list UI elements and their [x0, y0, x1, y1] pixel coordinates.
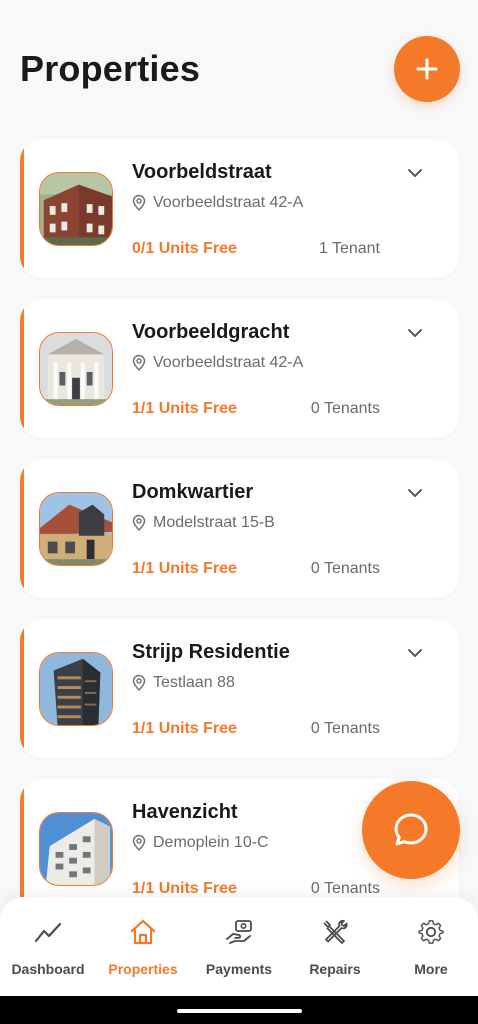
property-card[interactable]: Strijp Residentie Testlaan 88 1/1 Units … — [20, 619, 459, 758]
property-photo — [39, 812, 113, 886]
chevron-down-icon[interactable] — [405, 646, 425, 660]
tab-more[interactable]: More — [383, 917, 478, 977]
tenant-count: 1 Tenant — [318, 240, 380, 257]
property-address: Modelstraat 15-B — [132, 514, 275, 532]
tab-dashboard[interactable]: Dashboard — [0, 917, 96, 977]
chat-bubble-icon — [394, 813, 428, 846]
property-address-text: Modelstraat 15-B — [153, 514, 275, 531]
property-address-text: Demoplein 10-C — [153, 834, 269, 851]
gear-icon — [418, 920, 444, 944]
chevron-down-icon[interactable] — [405, 326, 425, 340]
property-name: Domkwartier — [132, 481, 254, 503]
chevron-down-icon[interactable] — [405, 486, 425, 500]
property-photo — [39, 492, 113, 566]
tenant-count: 0 Tenants — [310, 880, 380, 897]
location-pin-icon — [132, 355, 146, 371]
location-pin-icon — [132, 195, 146, 211]
tab-repairs[interactable]: Repairs — [287, 917, 383, 977]
location-pin-icon — [132, 835, 146, 851]
property-name: Havenzicht — [132, 801, 238, 823]
tab-label: More — [414, 961, 448, 977]
property-card[interactable]: Domkwartier Modelstraat 15-B 1/1 Units F… — [20, 459, 459, 598]
add-property-button[interactable] — [394, 36, 460, 102]
home-icon — [130, 919, 156, 945]
chat-button[interactable] — [362, 781, 460, 879]
home-indicator[interactable] — [177, 1009, 302, 1013]
property-photo — [39, 332, 113, 406]
tenant-count: 0 Tenants — [310, 560, 380, 577]
tab-payments[interactable]: Payments — [191, 917, 287, 977]
chevron-down-icon[interactable] — [405, 166, 425, 180]
chart-line-icon — [34, 922, 62, 943]
property-card[interactable]: Voorbeldstraat Voorbeeldstraat 42-A 0/1 … — [20, 139, 459, 278]
tab-properties[interactable]: Properties — [95, 917, 191, 977]
property-photo — [39, 652, 113, 726]
property-address: Demoplein 10-C — [132, 834, 269, 852]
bottom-tab-bar: Dashboard Properties Payments Repairs Mo… — [0, 897, 478, 996]
tools-icon — [323, 919, 348, 944]
tenant-count: 0 Tenants — [310, 400, 380, 417]
property-address: Voorbeeldstraat 42-A — [132, 194, 303, 212]
property-name: Voorbeldstraat — [132, 161, 272, 183]
tab-label: Properties — [108, 961, 178, 977]
property-address-text: Testlaan 88 — [153, 674, 235, 691]
tab-label: Repairs — [309, 961, 361, 977]
property-photo — [39, 172, 113, 246]
header: Properties — [0, 0, 478, 130]
location-pin-icon — [132, 515, 146, 531]
property-address: Voorbeeldstraat 42-A — [132, 354, 303, 372]
property-address: Testlaan 88 — [132, 674, 235, 692]
location-pin-icon — [132, 675, 146, 691]
property-name: Voorbeeldgracht — [132, 321, 290, 343]
hand-money-icon — [226, 920, 252, 944]
property-address-text: Voorbeeldstraat 42-A — [153, 194, 304, 211]
tenant-count: 0 Tenants — [310, 720, 380, 737]
tab-label: Dashboard — [11, 961, 85, 977]
property-name: Strijp Residentie — [132, 641, 290, 663]
page-title: Properties — [20, 48, 201, 89]
property-card[interactable]: Voorbeeldgracht Voorbeeldstraat 42-A 1/1… — [20, 299, 459, 438]
property-address-text: Voorbeeldstraat 42-A — [153, 354, 304, 371]
tab-label: Payments — [205, 961, 273, 977]
plus-icon — [416, 58, 438, 80]
